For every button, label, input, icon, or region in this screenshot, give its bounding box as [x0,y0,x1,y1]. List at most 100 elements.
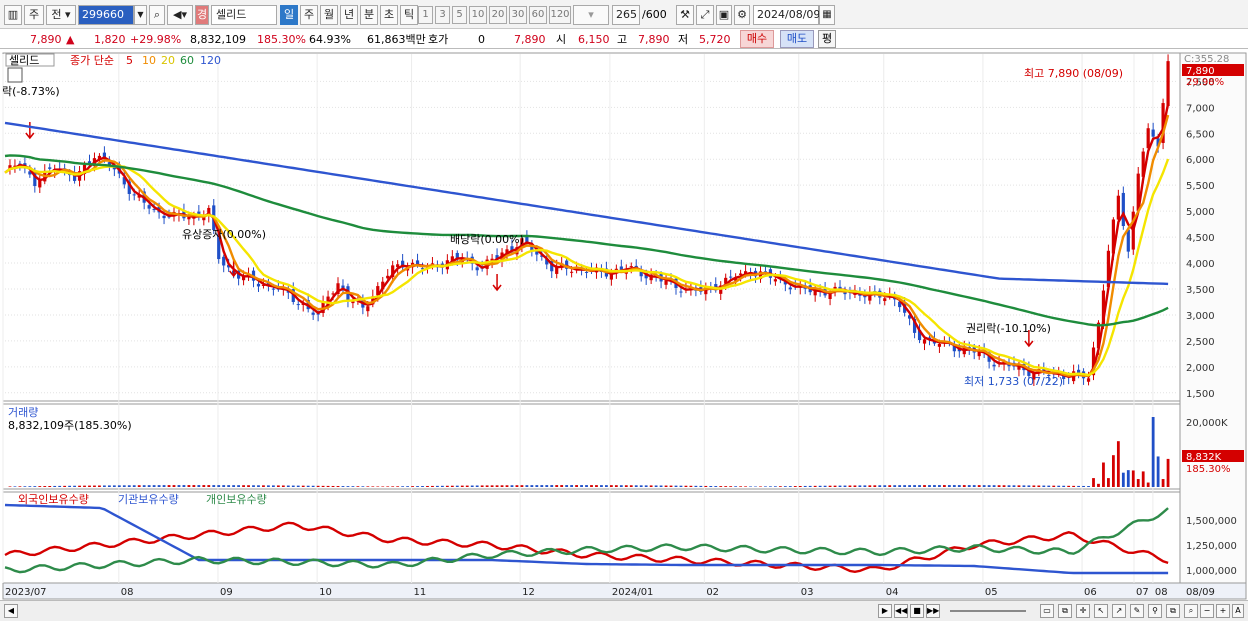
zoom-slider[interactable] [950,610,1026,612]
speaker-icon[interactable]: ◀▾ [167,5,193,25]
chart-scrollbar[interactable]: ◀ ▶ ◀◀ ■ ▶▶ ▭ ⧉ ✛ ↖ ↗ ✎ ⚲ ⧉ ⌕ − + A [0,600,1248,621]
split-view-icon[interactable]: ▭ [1040,604,1054,618]
calendar-icon[interactable]: ▦ [819,5,835,25]
stock-chart[interactable]: 7,5007,0006,5006,0005,5005,0004,5004,000… [0,50,1248,600]
volume-bar [793,486,797,487]
layout-icon[interactable]: ⧉ [1166,604,1180,618]
volume-bar [505,485,509,487]
volume-bar [366,486,370,487]
minute-10-button[interactable]: 10 [469,6,487,24]
eval-button[interactable]: 평 [818,30,836,48]
volume-bar [426,485,429,487]
code-dropdown-icon[interactable]: ▼ [134,5,147,25]
ma-legend-label: 종가 단순 [70,54,114,67]
volume-bar [321,485,325,487]
cursor-alt-icon[interactable]: ↗ [1112,604,1126,618]
stock-code-input[interactable]: 299660 [78,5,134,25]
volume-bar [242,485,245,487]
zoom-out-icon[interactable]: − [1200,604,1214,618]
volume-bar [88,485,91,487]
search-zoom-icon[interactable]: ⌕ [1184,604,1198,618]
volume-bar [53,485,57,487]
date-input[interactable]: 2024/08/09 [753,5,820,25]
volume-panel[interactable] [2,403,1181,490]
volume-bar [107,485,111,487]
save-icon[interactable]: ▣ [716,5,732,25]
buy-button[interactable]: 매수 [740,30,774,48]
font-size-icon[interactable]: A [1232,604,1244,618]
minute-5-button[interactable]: 5 [452,6,467,24]
volume-bar [838,485,842,487]
scroll-left-button[interactable]: ◀ [4,604,18,618]
period-tab-minute[interactable]: 분 [360,5,378,25]
minute-1-button[interactable]: 1 [418,6,433,24]
volume-bar [227,485,231,487]
minute-60-button[interactable]: 60 [529,6,547,24]
minute-20-button[interactable]: 20 [489,6,507,24]
minute-30-button[interactable]: 30 [509,6,527,24]
scroll-right-button[interactable]: ▶ [878,604,892,618]
volume-bar [475,485,479,487]
volume-bar [391,486,395,487]
volume-bar [222,485,226,487]
volume-bar [550,485,554,487]
stop-button[interactable]: ■ [910,604,924,618]
chart-settings-icon[interactable]: ⚒ [676,5,694,25]
crosshair-icon[interactable]: ✛ [1076,604,1090,618]
stock-name-field[interactable]: 셀리드 [211,5,277,25]
custom-period-dropdown[interactable]: ▾ [573,5,609,25]
candle-body [1151,129,1155,137]
volume-bar [913,485,916,487]
rewind-button[interactable]: ◀◀ [894,604,908,618]
sell-button[interactable]: 매도 [780,30,814,48]
volume-bar [117,485,121,487]
adjust-selector[interactable]: 전 ▾ [46,5,76,25]
trade-amount: 61,863백만 [367,33,426,46]
gear-icon[interactable]: ⚙ [734,5,750,25]
period-tab-week[interactable]: 주 [300,5,318,25]
period-tab-tick[interactable]: 틱 [400,5,418,25]
chart-type-icon[interactable]: ▥ [4,5,22,25]
low-label: 저 [678,33,689,46]
copy-icon[interactable]: ⧉ [1058,604,1072,618]
volume-bar [520,485,524,487]
price-change: 1,820 [94,33,126,46]
volume-bar [898,485,902,487]
volume-bar [38,486,42,487]
zoom-in-icon[interactable]: + [1216,604,1230,618]
volume-bar [853,485,857,487]
cursor-icon[interactable]: ↖ [1094,604,1108,618]
x-axis-label: 2024/01 [612,587,654,598]
volume-bar [386,486,390,487]
adjust-label: 전 [51,8,62,21]
volume-bar [73,485,76,487]
draw-icon[interactable]: ✎ [1130,604,1144,618]
period-tab-month[interactable]: 월 [320,5,338,25]
current-price: 7,890 [30,33,62,46]
minute-120-button[interactable]: 120 [549,6,571,24]
drawing-tool-icon[interactable]: ⤢ [696,5,714,25]
fast-forward-button[interactable]: ▶▶ [926,604,940,618]
minute-3-button[interactable]: 3 [435,6,450,24]
calendar-grid-icon[interactable] [7,67,23,83]
volume-bar [545,485,549,487]
period-tab-second[interactable]: 초 [380,5,398,25]
candle-body [132,194,136,196]
volume-bar [674,485,678,487]
bar-count-input[interactable]: 265 [612,5,640,25]
volume-bar [1002,485,1006,487]
price-panel[interactable] [2,52,1181,402]
period-selector[interactable]: 주 [24,5,44,25]
x-axis-label: 05 [985,587,998,598]
period-tab-year[interactable]: 년 [340,5,358,25]
holding-tick-label: 1,500,000 [1186,516,1237,527]
period-tab-day[interactable]: 일 [280,5,298,25]
volume-bar [764,486,767,487]
search-icon[interactable]: ⌕ [149,5,165,25]
volume-bar [440,485,444,487]
y-axis-readout: C:355.28 [1184,54,1229,65]
volume-bar [788,486,792,487]
link-icon[interactable]: ⚲ [1148,604,1162,618]
volume-bar [351,486,355,487]
volume-bar [78,485,81,487]
